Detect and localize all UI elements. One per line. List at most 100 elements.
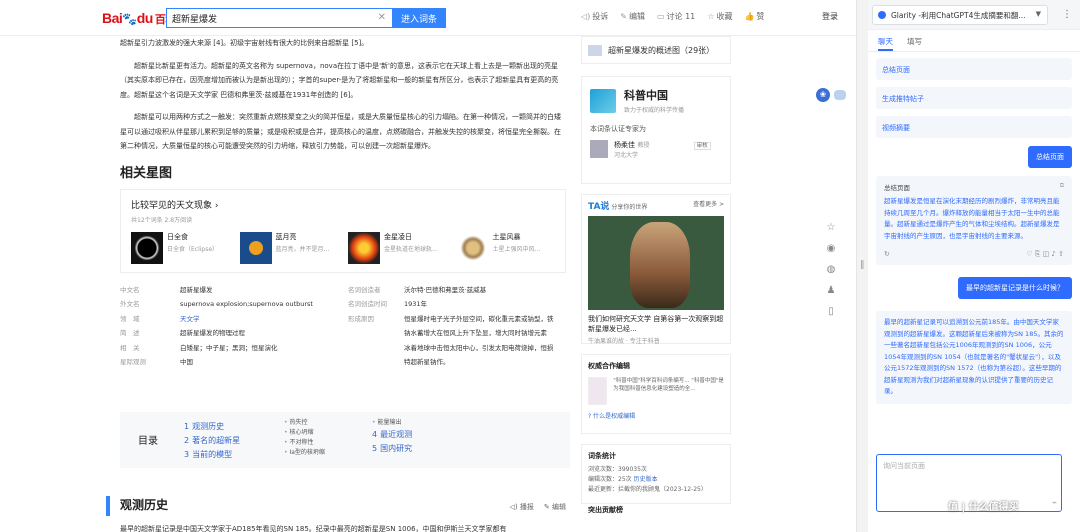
astro-item[interactable]: 土星风暴 土星上强风中风... [456,231,556,264]
article: 超新星引力波激发的强大来源 [4]。初级宇宙射线有很大的比例来自超新星 [5]。… [120,36,566,370]
astro-item-desc: 日全食（Eclipse） [167,245,219,253]
glarity-selector-text: Glarity -利用ChatGPT4生成摘要和翻... [891,11,1026,20]
paragraph-2: 超新星比新星更有活力。超新星的英文名称为 supernova，nova在拉丁语中… [120,61,559,99]
speaker-icon: ◁) [509,503,518,511]
edit-icon: ✎ [543,503,550,511]
baidu-baike-logo[interactable]: Bai🐾du百科 [102,10,176,27]
glarity-selector[interactable]: Glarity -利用ChatGPT4生成摘要和翻... ▼ [872,5,1048,25]
login-link[interactable]: 登录 [822,11,838,22]
mobile-icon[interactable]: ▯ [828,306,834,317]
astro-item[interactable]: 日全食 日全食（Eclipse） [131,231,230,264]
toc-link[interactable]: 国内研究 [380,444,412,453]
blue-moon-thumbnail [239,231,272,264]
info-value: 沃尔特·巴德和弗里茨·兹威基 [404,285,487,294]
table-of-contents: 目录 1观测历史 2著名的超新星 3当前的模型 热失控 核心坍缩 不对称性 Ia… [120,412,570,468]
basic-info-table: 中文名 超新星爆发 名词创造者 沃尔特·巴德和弗里茨·兹威基 外文名 supernova… [120,283,566,370]
clear-icon[interactable]: ✕ [378,12,386,23]
toc-subitem[interactable]: Ia型的核坍缩 [284,448,324,458]
video-summary-option[interactable]: 视频摘要 [876,116,1072,138]
toc-subitem[interactable]: 能量输出 [372,418,401,428]
ta-sub: 分享你的世界 [611,204,648,211]
ta-article-title[interactable]: 我们如何研究天文学 自第谷第一次观察到超新星爆发已经... [582,310,730,334]
history-versions-link[interactable]: 历史版本 [634,476,658,483]
wechat-icon[interactable]: ◍ [827,264,836,275]
section-edit-label: 编辑 [552,503,566,511]
info-row: 领 域 天文学 形成原因 恒星爆时电子光子外层空间，碳化重元素或钠型，铁 [120,312,566,327]
info-value: supernova explosion;supernova outburst [180,300,313,308]
discuss-label: 讨论 11 [666,12,696,21]
panel-resize-handle[interactable]: ‖ [856,0,868,532]
portrait-figure [630,222,690,308]
generate-tweet-option[interactable]: 生成推特帖子 [876,87,1072,109]
feedback-icons[interactable]: ♡ ⎘ ◫ ♪ ⇧ [1026,250,1064,259]
baidu-assistant-icon[interactable]: ❀ [816,88,830,102]
info-key: 外文名 [120,300,140,308]
summarize-page-option[interactable]: 总结页面 [876,58,1072,80]
toc-item-recent-observations[interactable]: 4 最近观测 [372,428,412,442]
ta-more-link[interactable]: 查看更多 > [693,199,724,212]
toc-item-domestic-research[interactable]: 5 国内研究 [372,442,412,456]
ask-page-placeholder: 询问当前页面 [883,462,925,470]
discuss-action[interactable]: ▭ 讨论 11 [657,11,695,22]
astro-item-desc: 金星轨道在地球轨... [384,245,438,253]
tab-fill[interactable]: 填写 [907,36,922,51]
section-edit-button[interactable]: ✎ 编辑 [544,502,566,512]
more-menu-icon[interactable]: ⋮ [1062,9,1072,20]
info-value: 超新星爆发的物理过程 [180,329,245,337]
favorite-action[interactable]: ☆ 收藏 [707,11,732,22]
edit-action[interactable]: ✎ 编辑 [620,11,645,22]
astro-item[interactable]: 金星凌日 金星轨道在地球轨... [348,231,447,264]
like-action[interactable]: 👍 赞 [744,11,764,22]
info-key: 中文名 [120,285,140,294]
astronomy-link[interactable]: 天文学 [180,312,348,327]
astro-item[interactable]: 蓝月亮 蓝月亮，并不是月... [239,231,339,264]
paragraph-3: 超新星可以用两种方式之一触发：突然重新点燃核聚变之火的简并恒星，或是大质量恒星核… [120,113,561,150]
astro-card-meta: 共12个词条 2.8万阅读 [131,216,193,224]
toc-subitem[interactable]: 核心坍缩 [284,428,325,438]
star-icon[interactable]: ☆ [827,222,836,233]
stat-edits: 编辑次数：25次 [588,476,632,483]
tab-chat[interactable]: 聊天 [878,36,893,51]
info-key [348,341,404,356]
assistant-badge-icon[interactable] [834,90,846,100]
expert-profile[interactable]: 杨柔佳 教授 审核 河北大学 [590,140,722,159]
toc-subitem[interactable]: 不对称性 [284,438,325,448]
question-icon: ? [588,413,592,420]
enter-entry-button[interactable]: 进入词条 [392,8,446,28]
report-action[interactable]: ◁) 投诉 [581,11,608,22]
overview-album[interactable]: 超新星爆发的概述图（29张） [581,36,731,64]
glarity-chat: 总结页面 生成推特帖子 视频摘要 总结页面 ⧉ 总结页面 超新星爆发是恒星在演化… [868,52,1080,410]
astro-card-title[interactable]: 比较罕见的天文现象 › [131,198,555,211]
toc-link[interactable]: 著名的超新星 [192,436,240,445]
toc-link[interactable]: 观测历史 [192,422,224,431]
stat-updated: 最近更新：拦截你的我顾鬼（2023-12-25） [588,486,707,493]
search-input[interactable] [167,9,367,27]
expert-org: 河北大学 [614,152,639,159]
toc-item-famous-supernovae[interactable]: 2 著名的超新星 [184,434,240,448]
stats-title: 词条统计 [588,452,616,460]
toc-item-observation-history[interactable]: 1 观测历史 [184,420,240,434]
astro-card-title-text: 比较罕见的天文现象 [131,200,213,211]
what-is-authority-link[interactable]: ? 什么是权威编辑 [588,411,724,420]
toc-link[interactable]: 最近观测 [380,430,412,439]
info-value: 白矮星；中子星；黑洞；恒星演化 [180,343,278,352]
astro-item-desc: 蓝月亮，并不是月... [275,245,330,253]
refresh-icon[interactable]: ↻ [884,250,890,259]
toc-link[interactable]: 当前的模型 [192,450,232,459]
science-china-logo[interactable]: 科普中国 致力于权威的科学传播 [590,87,722,114]
section-report-button[interactable]: ◁) 播报 [510,502,534,512]
favorite-label: 收藏 [716,12,733,21]
authority-body[interactable]: "科普中国"科学百科词条编写... "科普中国"是为我国科普信息化建设塑造的全.… [588,377,724,405]
toc-subitem[interactable]: 热失控 [284,418,325,428]
user-message: 最早的超新星记录是什么时候？ [876,277,1072,299]
saturn-storm-thumbnail [456,231,489,264]
toc-item-current-models[interactable]: 3 当前的模型 [184,448,240,462]
send-icon[interactable]: ⌁ [1052,498,1057,507]
contributors-title: 突出贡献榜 [588,506,623,514]
copy-icon[interactable]: ⧉ [1060,182,1064,190]
tycho-portrait-image[interactable] [588,216,724,310]
speaker-icon: ◁) [581,12,591,21]
info-row: 中文名 超新星爆发 名词创造者 沃尔特·巴德和弗里茨·兹威基 [120,283,566,298]
weibo-icon[interactable]: ◉ [827,243,836,254]
qq-icon[interactable]: ♟ [827,285,836,296]
